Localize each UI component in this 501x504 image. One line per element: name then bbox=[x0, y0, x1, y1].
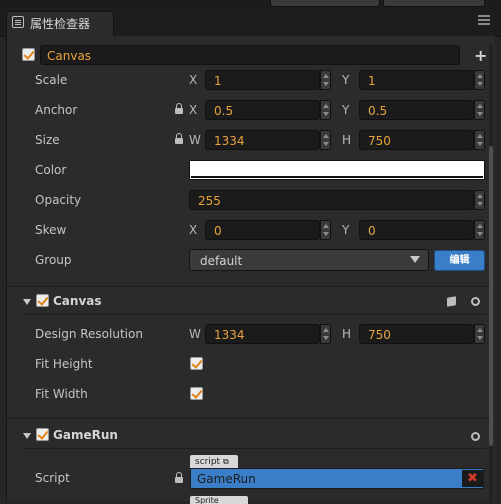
collapse-gamerun-icon[interactable] bbox=[23, 433, 31, 439]
size-w-input[interactable]: 1334 bbox=[205, 130, 320, 150]
fit-width-checkbox[interactable] bbox=[190, 387, 203, 400]
size-w-stepper[interactable] bbox=[320, 130, 331, 150]
scale-y-stepper[interactable] bbox=[474, 70, 485, 90]
skew-x-stepper[interactable] bbox=[320, 220, 331, 240]
group-label: Group bbox=[35, 253, 72, 267]
anchor-y-input[interactable]: 0.5 bbox=[359, 100, 474, 120]
script-type-text: script bbox=[195, 457, 221, 467]
scale-x-input[interactable]: 1 bbox=[205, 70, 320, 90]
anchor-x-stepper[interactable] bbox=[320, 100, 331, 120]
skew-x-input[interactable]: 0 bbox=[205, 220, 320, 240]
design-w-input[interactable]: 1334 bbox=[205, 324, 320, 344]
fit-height-checkbox[interactable] bbox=[190, 357, 203, 370]
gamerun-component-title: GameRun bbox=[53, 428, 118, 442]
node-active-checkbox[interactable] bbox=[22, 48, 35, 61]
script-lock-icon bbox=[175, 472, 183, 483]
add-component-icon[interactable]: + bbox=[474, 46, 487, 65]
canvas-component-title: Canvas bbox=[53, 294, 102, 308]
collapse-canvas-icon[interactable] bbox=[23, 299, 31, 305]
opacity-stepper[interactable] bbox=[474, 190, 485, 210]
script-type-tag: script ⧉ bbox=[190, 455, 238, 468]
size-h-input[interactable]: 750 bbox=[359, 130, 474, 150]
scale-label: Scale bbox=[35, 73, 68, 87]
tab-title: 属性检查器 bbox=[30, 17, 91, 31]
top-button-right[interactable] bbox=[383, 0, 485, 7]
panel-menu-icon[interactable] bbox=[478, 15, 490, 17]
anchor-x-label: X bbox=[189, 103, 198, 117]
anchor-y-stepper[interactable] bbox=[474, 100, 485, 120]
scrollbar-thumb[interactable] bbox=[489, 146, 493, 446]
design-h-label: H bbox=[342, 327, 352, 341]
divider bbox=[22, 448, 487, 449]
divider bbox=[6, 418, 489, 419]
gear-icon[interactable] bbox=[471, 297, 480, 306]
skew-x-label: X bbox=[189, 223, 198, 237]
design-w-label: W bbox=[189, 327, 201, 341]
gear-icon[interactable] bbox=[471, 432, 480, 441]
size-w-label: W bbox=[189, 133, 201, 147]
next-component-tag: Sprite bbox=[190, 496, 248, 504]
scale-y-input[interactable]: 1 bbox=[359, 70, 474, 90]
fit-width-label: Fit Width bbox=[35, 387, 88, 401]
anchor-label: Anchor bbox=[35, 103, 78, 117]
anchor-lock-icon[interactable] bbox=[175, 103, 183, 114]
divider bbox=[22, 314, 487, 315]
group-select[interactable]: default bbox=[189, 249, 429, 271]
top-button-left[interactable] bbox=[270, 0, 380, 7]
size-h-stepper[interactable] bbox=[474, 130, 485, 150]
help-doc-icon[interactable] bbox=[447, 296, 456, 307]
color-label: Color bbox=[35, 163, 67, 177]
remove-script-icon[interactable]: ✖ bbox=[462, 470, 483, 487]
anchor-y-label: Y bbox=[342, 103, 350, 117]
edit-group-button[interactable]: 编辑 bbox=[434, 250, 485, 271]
size-label: Size bbox=[35, 133, 60, 147]
skew-y-label: Y bbox=[342, 223, 350, 237]
opacity-label: Opacity bbox=[35, 193, 82, 207]
design-h-input[interactable]: 750 bbox=[359, 324, 474, 344]
opacity-input[interactable]: 255 bbox=[189, 190, 474, 210]
node-name-input[interactable]: Canvas bbox=[40, 45, 460, 65]
canvas-enabled-checkbox[interactable] bbox=[36, 294, 49, 307]
skew-y-input[interactable]: 0 bbox=[359, 220, 474, 240]
size-h-label: H bbox=[342, 133, 352, 147]
script-label: Script bbox=[35, 471, 70, 485]
divider bbox=[6, 286, 489, 287]
skew-label: Skew bbox=[35, 223, 67, 237]
color-picker[interactable] bbox=[189, 160, 485, 180]
design-w-stepper[interactable] bbox=[320, 324, 331, 344]
chevron-down-icon bbox=[410, 256, 420, 263]
scale-x-stepper[interactable] bbox=[320, 70, 331, 90]
scale-x-label: X bbox=[189, 73, 198, 87]
open-link-icon[interactable]: ⧉ bbox=[223, 457, 229, 466]
size-lock-icon[interactable] bbox=[175, 133, 183, 144]
scale-y-label: Y bbox=[342, 73, 350, 87]
anchor-x-input[interactable]: 0.5 bbox=[205, 100, 320, 120]
skew-y-stepper[interactable] bbox=[474, 220, 485, 240]
inspector-icon bbox=[12, 16, 24, 28]
design-resolution-label: Design Resolution bbox=[35, 327, 143, 341]
design-h-stepper[interactable] bbox=[474, 324, 485, 344]
fit-height-label: Fit Height bbox=[35, 357, 93, 371]
gamerun-enabled-checkbox[interactable] bbox=[36, 428, 49, 441]
script-asset-field[interactable]: GameRun bbox=[190, 468, 484, 489]
